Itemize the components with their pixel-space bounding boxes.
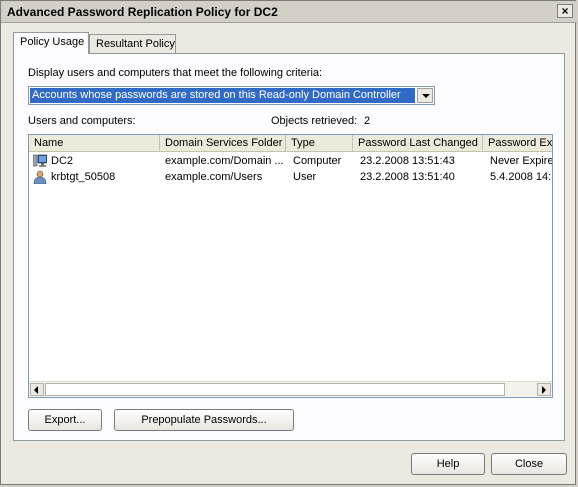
- scroll-right-icon[interactable]: [537, 383, 551, 396]
- computer-icon: [33, 154, 47, 167]
- export-button[interactable]: Export...: [28, 409, 102, 431]
- column-header-name[interactable]: Name: [29, 135, 160, 151]
- dialog-window: Advanced Password Replication Policy for…: [0, 0, 577, 485]
- row-folder: example.com/Domain ...: [165, 155, 284, 167]
- row-type: User: [293, 171, 317, 183]
- close-button[interactable]: Close: [491, 453, 567, 475]
- column-header-type[interactable]: Type: [286, 135, 353, 151]
- tab-panel: Display users and computers that meet th…: [13, 53, 565, 441]
- tab-policy-usage[interactable]: Policy Usage: [13, 32, 89, 54]
- list-header: Name Domain Services Folder Type Passwor…: [29, 135, 552, 152]
- row-type: Computer: [293, 155, 342, 167]
- objects-retrieved-label: Objects retrieved:: [271, 115, 358, 127]
- row-folder: example.com/Users: [165, 171, 263, 183]
- prepopulate-passwords-button[interactable]: Prepopulate Passwords...: [114, 409, 294, 431]
- title-bar[interactable]: Advanced Password Replication Policy for…: [1, 1, 577, 23]
- list-item[interactable]: DC2 example.com/Domain ... Computer 23.2…: [29, 153, 552, 169]
- user-icon: [33, 170, 47, 184]
- column-header-folder[interactable]: Domain Services Folder: [160, 135, 286, 151]
- objects-retrieved-count: 2: [364, 115, 371, 127]
- row-password-changed: 23.2.2008 13:51:43: [360, 155, 455, 167]
- criteria-selected-value: Accounts whose passwords are stored on t…: [30, 88, 415, 103]
- users-computers-label: Users and computers:: [28, 115, 136, 127]
- row-password-expires: Never Expire: [490, 155, 552, 167]
- column-header-password-last-changed[interactable]: Password Last Changed: [353, 135, 483, 151]
- close-icon[interactable]: ×: [557, 4, 573, 18]
- tab-resultant-policy[interactable]: Resultant Policy: [89, 34, 176, 53]
- chevron-down-icon[interactable]: [417, 88, 433, 103]
- scroll-left-icon[interactable]: [30, 383, 44, 396]
- horizontal-scrollbar[interactable]: [29, 381, 552, 397]
- row-name: DC2: [51, 155, 74, 167]
- column-header-password-expires[interactable]: Password Ex: [483, 135, 552, 151]
- criteria-label: Display users and computers that meet th…: [28, 67, 323, 79]
- accounts-list[interactable]: Name Domain Services Folder Type Passwor…: [28, 134, 553, 398]
- criteria-dropdown[interactable]: Accounts whose passwords are stored on t…: [28, 86, 435, 105]
- row-password-changed: 23.2.2008 13:51:40: [360, 171, 455, 183]
- row-name: krbtgt_50508: [51, 171, 116, 183]
- scrollbar-thumb[interactable]: [45, 383, 505, 396]
- row-password-expires: 5.4.2008 14:: [490, 171, 552, 183]
- window-title: Advanced Password Replication Policy for…: [7, 5, 278, 19]
- help-button[interactable]: Help: [411, 453, 485, 475]
- list-item[interactable]: krbtgt_50508 example.com/Users User 23.2…: [29, 169, 552, 185]
